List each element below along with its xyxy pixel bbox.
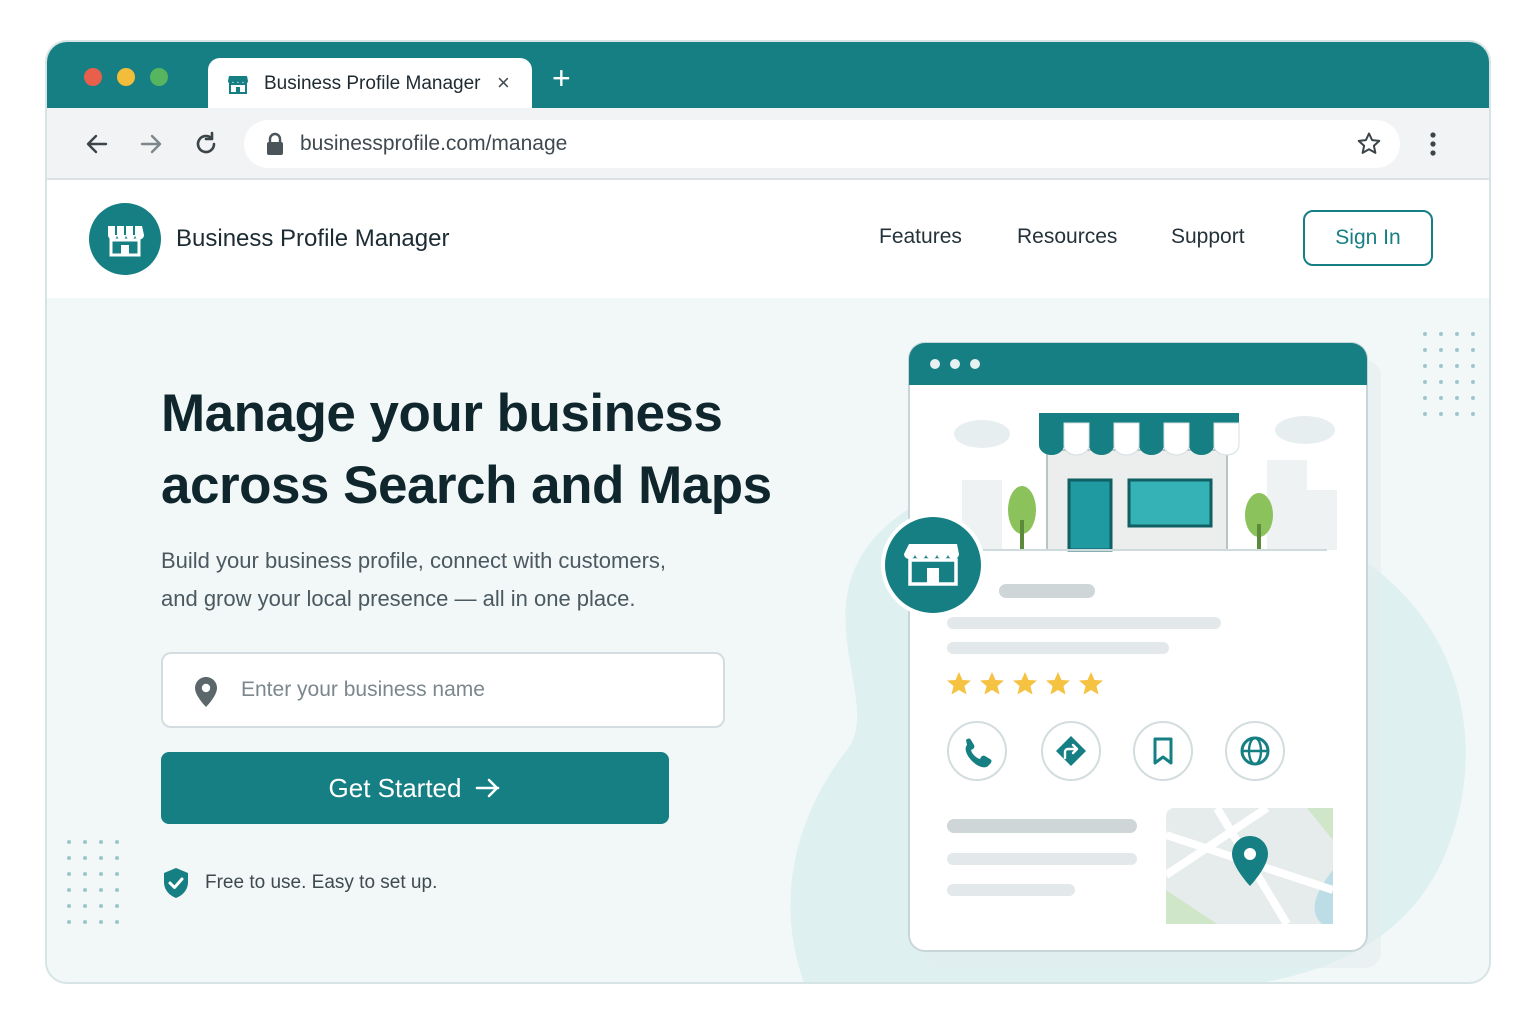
trust-note: Free to use. Easy to set up.: [161, 866, 437, 900]
new-tab-button[interactable]: +: [552, 62, 571, 94]
trust-text: Free to use. Easy to set up.: [205, 872, 438, 893]
shield-check-icon: [164, 868, 188, 898]
browser-window: Business Profile Manager × + businesspro…: [45, 40, 1491, 984]
reload-icon[interactable]: [192, 130, 220, 158]
browser-toolbar: businessprofile.com/manage: [47, 108, 1489, 180]
logo[interactable]: [89, 203, 161, 275]
forward-arrow-icon[interactable]: [137, 130, 165, 158]
business-profile-illustration: [790, 342, 1466, 982]
close-tab-icon[interactable]: ×: [497, 70, 510, 96]
directions-icon: [1041, 721, 1101, 781]
nav-features[interactable]: Features: [879, 225, 962, 249]
tab-title: Business Profile Manager: [264, 73, 481, 94]
url-text: businessprofile.com/manage: [300, 132, 568, 155]
decorative-dots-bottom: [67, 840, 119, 924]
storefront-icon: [108, 226, 144, 257]
sign-in-button[interactable]: Sign In: [1303, 210, 1433, 266]
bookmark-star-icon[interactable]: [1356, 131, 1382, 157]
phone-icon: [947, 721, 1007, 781]
hero-subtitle-line-1: Build your business profile, connect wit…: [161, 548, 667, 573]
get-started-label: Get Started: [328, 772, 462, 803]
site-header: Business Profile Manager Features Resour…: [47, 180, 1489, 298]
back-arrow-icon[interactable]: [83, 130, 111, 158]
more-menu-icon[interactable]: [1429, 130, 1437, 158]
business-name-input[interactable]: [241, 670, 701, 710]
maximize-window-dot[interactable]: [150, 68, 168, 86]
business-avatar: [881, 513, 985, 617]
nav-support[interactable]: Support: [1171, 225, 1245, 249]
hero-subtitle-line-2: and grow your local presence — all in on…: [161, 586, 636, 611]
hero-title: Manage your business across Search and M…: [161, 378, 841, 522]
title-bar: Business Profile Manager × +: [47, 42, 1489, 110]
mini-map: [1163, 804, 1335, 927]
bookmark-icon: [1133, 721, 1193, 781]
brand-name[interactable]: Business Profile Manager: [176, 225, 449, 253]
get-started-button[interactable]: Get Started: [161, 752, 669, 824]
arrow-right-icon: [476, 778, 500, 798]
globe-icon: [1225, 721, 1285, 781]
business-search-field[interactable]: [161, 652, 725, 728]
hero-subtitle: Build your business profile, connect wit…: [161, 542, 761, 618]
hero-title-line-1: Manage your business: [161, 384, 723, 443]
page-content: Business Profile Manager Features Resour…: [47, 180, 1489, 982]
hero-title-line-2: across Search and Maps: [161, 456, 772, 515]
close-window-dot[interactable]: [84, 68, 102, 86]
browser-tab[interactable]: Business Profile Manager ×: [208, 58, 532, 110]
minimize-window-dot[interactable]: [117, 68, 135, 86]
storefront-icon: [228, 76, 248, 94]
lock-icon: [267, 132, 283, 155]
nav-resources[interactable]: Resources: [1017, 225, 1117, 249]
profile-card: [881, 342, 1368, 952]
location-pin-icon: [195, 677, 217, 707]
address-bar[interactable]: businessprofile.com/manage: [244, 120, 1400, 168]
